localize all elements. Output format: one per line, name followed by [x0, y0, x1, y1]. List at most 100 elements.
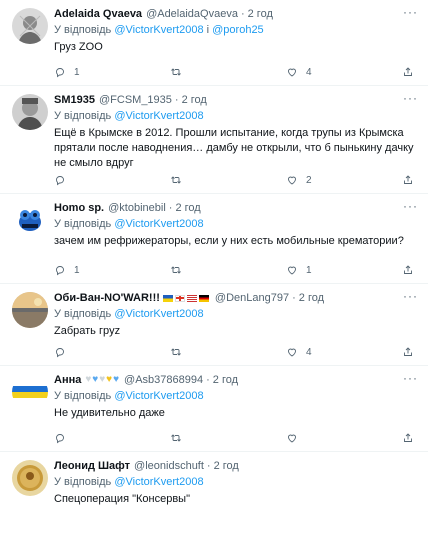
heart-white-icon: ♥ — [99, 374, 106, 385]
timestamp[interactable]: 2 год — [214, 459, 239, 473]
mention-link[interactable]: @VictorKvert2008 — [114, 308, 203, 320]
author-name[interactable]: SM1935 — [54, 93, 95, 107]
like-button[interactable]: 2 — [286, 174, 336, 186]
timestamp[interactable]: 2 год — [248, 7, 273, 21]
mention-link[interactable]: @VictorKvert2008 — [114, 390, 203, 402]
reply-context: У відповідь @VictorKvert2008 — [54, 217, 418, 231]
author-name[interactable]: Леонид Шафт — [54, 459, 130, 473]
like-icon — [288, 68, 296, 77]
mention-link[interactable]: @VictorKvert2008 — [114, 24, 203, 36]
avatar[interactable] — [12, 202, 48, 238]
avatar[interactable] — [12, 8, 48, 44]
tweet[interactable]: Анна ♥ ♥ ♥ ♥ ♥ @Asb37868994 · 2 год ··· … — [0, 366, 428, 452]
separator-dot: · — [206, 460, 211, 472]
tweet-text: зачем им рефрижераторы, если у них есть … — [54, 235, 404, 247]
retweet-icon — [171, 348, 181, 356]
more-icon[interactable]: ··· — [403, 372, 418, 384]
tweet-text: Zабрать грyz — [54, 325, 121, 337]
retweet-icon — [171, 434, 181, 442]
author-handle[interactable]: @DenLang797 — [215, 291, 289, 305]
reply-button[interactable] — [54, 174, 104, 186]
mention-link[interactable]: @VictorKvert2008 — [114, 218, 203, 230]
retweet-button[interactable] — [170, 432, 220, 444]
timestamp[interactable]: 2 год — [213, 373, 238, 387]
more-icon[interactable]: ··· — [403, 290, 418, 302]
reply-button[interactable] — [54, 346, 104, 358]
mention-link[interactable]: @VictorKvert2008 — [114, 476, 203, 488]
reply-prefix: У відповідь — [54, 476, 112, 488]
reply-context: У відповідь @VictorKvert2008 — [54, 307, 418, 321]
more-icon[interactable]: ··· — [403, 6, 418, 18]
heart-blue-icon: ♥ — [113, 374, 120, 385]
heart-white-icon: ♥ — [85, 374, 92, 385]
name-emoji-hearts: ♥ ♥ ♥ ♥ ♥ — [85, 373, 120, 387]
retweet-button[interactable] — [170, 66, 220, 78]
like-count: 4 — [306, 346, 312, 358]
reply-button[interactable]: 1 — [54, 264, 104, 276]
reply-count: 1 — [74, 66, 80, 78]
reply-icon — [56, 176, 64, 186]
author-handle[interactable]: @ktobinebil — [108, 201, 166, 215]
retweet-button[interactable] — [170, 346, 220, 358]
share-icon — [404, 67, 412, 76]
reply-prefix: У відповідь — [54, 110, 112, 122]
like-icon — [288, 176, 296, 185]
author-name[interactable]: Анна — [54, 373, 81, 387]
replies-feed: Adelaida Qvaeva @AdelaidaQvaeva · 2 год … — [0, 0, 428, 540]
more-icon[interactable]: ··· — [403, 200, 418, 212]
retweet-icon — [171, 266, 181, 274]
like-button[interactable] — [286, 432, 336, 444]
retweet-icon — [171, 68, 181, 76]
author-handle[interactable]: @leonidschuft — [134, 459, 204, 473]
like-icon — [288, 434, 296, 443]
reply-button[interactable]: 1 — [54, 66, 104, 78]
share-button[interactable] — [402, 346, 414, 358]
mention-connector: і — [206, 24, 210, 36]
like-button[interactable]: 4 — [286, 346, 336, 358]
avatar[interactable] — [12, 94, 48, 130]
more-icon[interactable]: ··· — [403, 92, 418, 104]
author-name[interactable]: Homo sp. — [54, 201, 104, 215]
tweet-text: Не удивительно даже — [54, 407, 165, 419]
avatar[interactable] — [12, 374, 48, 410]
like-count: 1 — [306, 264, 312, 276]
tweet[interactable]: SM1935 @FCSM_1935 · 2 год ··· У відповід… — [0, 86, 428, 194]
timestamp[interactable]: 2 год — [175, 201, 200, 215]
separator-dot: · — [174, 94, 179, 106]
flag-england-icon — [174, 294, 185, 302]
author-name[interactable]: Оби-Ван-NO'WAR!!! — [54, 291, 160, 305]
mention-link[interactable]: @VictorKvert2008 — [114, 110, 203, 122]
reply-prefix: У відповідь — [54, 218, 112, 230]
author-handle[interactable]: @FCSM_1935 — [99, 93, 172, 107]
like-button[interactable]: 4 — [286, 66, 336, 78]
tweet[interactable]: Homo sp. @ktobinebil · 2 год ··· У відпо… — [0, 194, 428, 284]
timestamp[interactable]: 2 год — [182, 93, 207, 107]
reply-context: У відповідь @VictorKvert2008 — [54, 475, 418, 489]
tweet[interactable]: Adelaida Qvaeva @AdelaidaQvaeva · 2 год … — [0, 0, 428, 86]
tweet[interactable]: Оби-Ван-NO'WAR!!! @DenLang797 · 2 год ··… — [0, 284, 428, 366]
avatar[interactable] — [12, 292, 48, 328]
tweet[interactable]: Леонид Шафт @leonidschuft · 2 год У відп… — [0, 452, 428, 540]
share-icon — [404, 347, 412, 356]
author-handle[interactable]: @Asb37868994 — [124, 373, 203, 387]
separator-dot: · — [168, 202, 173, 214]
author-name[interactable]: Adelaida Qvaeva — [54, 7, 142, 21]
timestamp[interactable]: 2 год — [299, 291, 324, 305]
share-button[interactable] — [402, 174, 414, 186]
retweet-button[interactable] — [170, 174, 220, 186]
share-button[interactable] — [402, 66, 414, 78]
separator-dot: · — [292, 292, 296, 304]
avatar[interactable] — [12, 460, 48, 496]
flag-ukraine-icon — [162, 294, 173, 302]
share-button[interactable] — [402, 264, 414, 276]
author-handle[interactable]: @AdelaidaQvaeva — [146, 7, 238, 21]
reply-context: У відповідь @VictorKvert2008 — [54, 389, 418, 403]
mention-link[interactable]: @poroh25 — [212, 24, 264, 36]
share-button[interactable] — [402, 432, 414, 444]
reply-button[interactable] — [54, 432, 104, 444]
retweet-button[interactable] — [170, 264, 220, 276]
separator-dot: · — [206, 374, 210, 386]
like-button[interactable]: 1 — [286, 264, 336, 276]
tweet-text: Ещё в Крымске в 2012. Прошли испытание, … — [54, 127, 414, 169]
reply-icon — [56, 434, 64, 444]
